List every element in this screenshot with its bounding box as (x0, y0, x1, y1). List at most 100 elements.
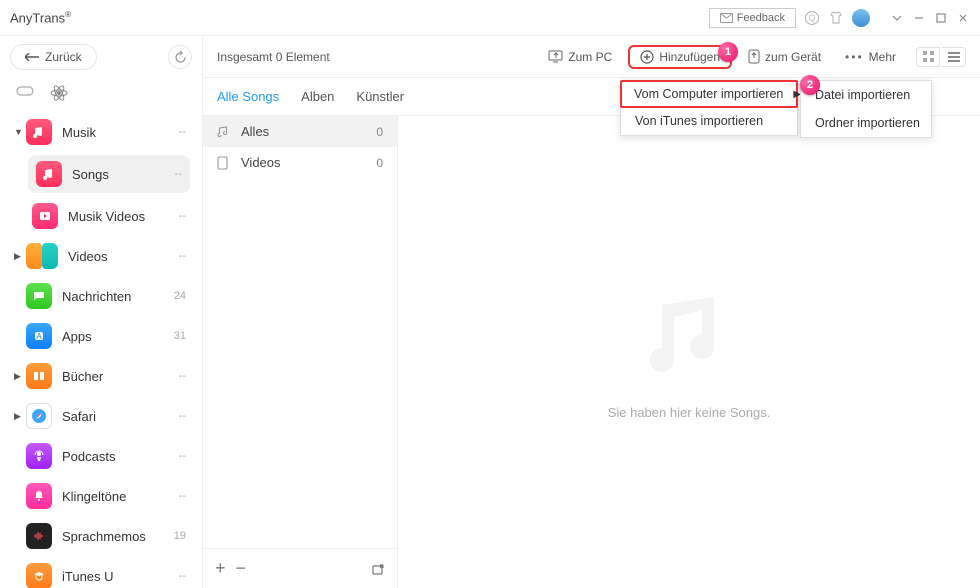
export-icon (371, 562, 385, 576)
list-view-button[interactable] (942, 47, 966, 67)
shirt-icon[interactable] (828, 10, 844, 26)
device-outline-icon (217, 156, 233, 170)
tab-kuenstler[interactable]: Künstler (356, 85, 404, 108)
sidebar-item-label: Videos (68, 249, 179, 264)
sidebar-item-label: Podcasts (62, 449, 179, 464)
more-label: Mehr (869, 50, 896, 64)
sidebar-item-label: iTunes U (62, 569, 179, 584)
music-icon (26, 119, 52, 145)
sidebar-item-count: -- (179, 570, 186, 582)
sidebar-item-label: Bücher (62, 369, 179, 384)
apps-icon: A (26, 323, 52, 349)
sync-button[interactable] (168, 45, 192, 69)
grid-view-button[interactable] (916, 47, 940, 67)
add-button[interactable]: Hinzufügen (628, 45, 732, 69)
sidebar-item-label: Nachrichten (62, 289, 174, 304)
sidebar-item-count: 24 (174, 290, 186, 302)
svg-text:A: A (36, 332, 42, 341)
sidebar-item-musik[interactable]: ▼ Musik -- (0, 112, 202, 152)
to-pc-button[interactable]: Zum PC (540, 46, 620, 68)
sidebar-item-label: Sprachmemos (62, 529, 174, 544)
menu-item-datei-importieren[interactable]: Datei importieren (801, 81, 931, 109)
plus-circle-icon (640, 50, 654, 64)
sidebar-item-itunes-u[interactable]: iTunes U -- (0, 556, 202, 588)
more-button[interactable]: ••• Mehr (837, 46, 904, 68)
tab-alle-songs[interactable]: Alle Songs (217, 85, 279, 108)
sidebar-item-songs[interactable]: Songs -- (0, 152, 202, 196)
sidebar-item-safari[interactable]: ▶ Safari -- (0, 396, 202, 436)
sidebar-item-count: -- (175, 168, 182, 180)
feedback-button[interactable]: Feedback (709, 8, 796, 28)
to-pc-label: Zum PC (568, 50, 612, 64)
songs-icon (36, 161, 62, 187)
menu-item-von-itunes[interactable]: Von iTunes importieren (621, 107, 797, 135)
sidebar-item-count: -- (179, 450, 186, 462)
app-title: AnyTrans® (10, 10, 71, 25)
menu-item-vom-computer[interactable]: Vom Computer importieren ▶ (620, 80, 798, 108)
category-count: 0 (376, 156, 383, 170)
close-button[interactable] (956, 11, 970, 25)
add-label: Hinzufügen (659, 50, 720, 64)
summary-text: Insgesamt 0 Element (217, 50, 540, 64)
sidebar-item-count: -- (179, 210, 186, 222)
back-button[interactable]: Zurück (10, 44, 97, 70)
sidebar-item-count: -- (179, 250, 186, 262)
chevron-right-icon: ▶ (783, 89, 801, 100)
maximize-button[interactable] (934, 11, 948, 25)
chevron-right-icon: ▶ (14, 411, 24, 422)
avatar[interactable] (852, 9, 870, 27)
note-outline-icon (217, 125, 233, 138)
bell-icon (26, 483, 52, 509)
chevron-down-icon[interactable] (890, 11, 904, 25)
back-label: Zurück (45, 50, 82, 64)
feedback-label: Feedback (737, 12, 785, 24)
minus-button[interactable]: − (236, 558, 247, 579)
sidebar-item-nachrichten[interactable]: Nachrichten 24 (0, 276, 202, 316)
sidebar-item-sprachmemos[interactable]: Sprachmemos 19 (0, 516, 202, 556)
menu-item-ordner-importieren[interactable]: Ordner importieren (801, 109, 931, 137)
arrow-left-icon (25, 53, 39, 61)
sidebar-item-buecher[interactable]: ▶ Bücher -- (0, 356, 202, 396)
sidebar-item-podcasts[interactable]: Podcasts -- (0, 436, 202, 476)
empty-music-icon (639, 285, 739, 385)
atom-icon[interactable] (50, 84, 68, 102)
sidebar-item-label: Klingeltöne (62, 489, 179, 504)
to-device-button[interactable]: zum Gerät (740, 45, 829, 68)
podcast-icon (26, 443, 52, 469)
category-videos[interactable]: Videos 0 (203, 147, 397, 178)
empty-text: Sie haben hier keine Songs. (608, 405, 771, 420)
svg-text:Q: Q (808, 13, 815, 23)
refresh-icon (174, 51, 187, 64)
callout-badge-1: 1 (718, 42, 738, 62)
grid-icon (923, 51, 934, 62)
minimize-button[interactable] (912, 11, 926, 25)
sidebar-item-count: -- (179, 370, 186, 382)
sidebar-item-label: Musik (62, 125, 179, 140)
tab-alben[interactable]: Alben (301, 85, 334, 108)
chevron-right-icon: ▶ (14, 371, 24, 382)
sidebar-item-musik-videos[interactable]: Musik Videos -- (0, 196, 202, 236)
menu-item-label: Von iTunes importieren (635, 114, 763, 128)
plus-button[interactable]: + (215, 558, 226, 579)
chevron-down-icon: ▼ (14, 127, 24, 137)
message-icon (26, 283, 52, 309)
sidebar-item-klingeltoene[interactable]: Klingeltöne -- (0, 476, 202, 516)
category-alles[interactable]: Alles 0 (203, 116, 397, 147)
sidebar-item-count: -- (179, 410, 186, 422)
export-button[interactable] (371, 562, 385, 576)
help-icon[interactable]: Q (804, 10, 820, 26)
menu-item-label: Ordner importieren (815, 116, 920, 130)
sidebar-item-label: Songs (72, 167, 175, 182)
device-icon (748, 49, 760, 64)
sidebar-item-count: -- (179, 126, 186, 138)
sidebar-item-apps[interactable]: A Apps 31 (0, 316, 202, 356)
controller-icon[interactable] (16, 84, 34, 102)
add-menu: Vom Computer importieren ▶ Von iTunes im… (620, 80, 798, 136)
dots-icon: ••• (845, 50, 864, 64)
sidebar-item-videos[interactable]: ▶ Videos -- (0, 236, 202, 276)
to-device-label: zum Gerät (765, 50, 821, 64)
sidebar-item-count: 31 (174, 330, 186, 342)
category-label: Alles (241, 124, 376, 139)
sidebar-item-count: -- (179, 490, 186, 502)
mail-icon (720, 13, 733, 23)
